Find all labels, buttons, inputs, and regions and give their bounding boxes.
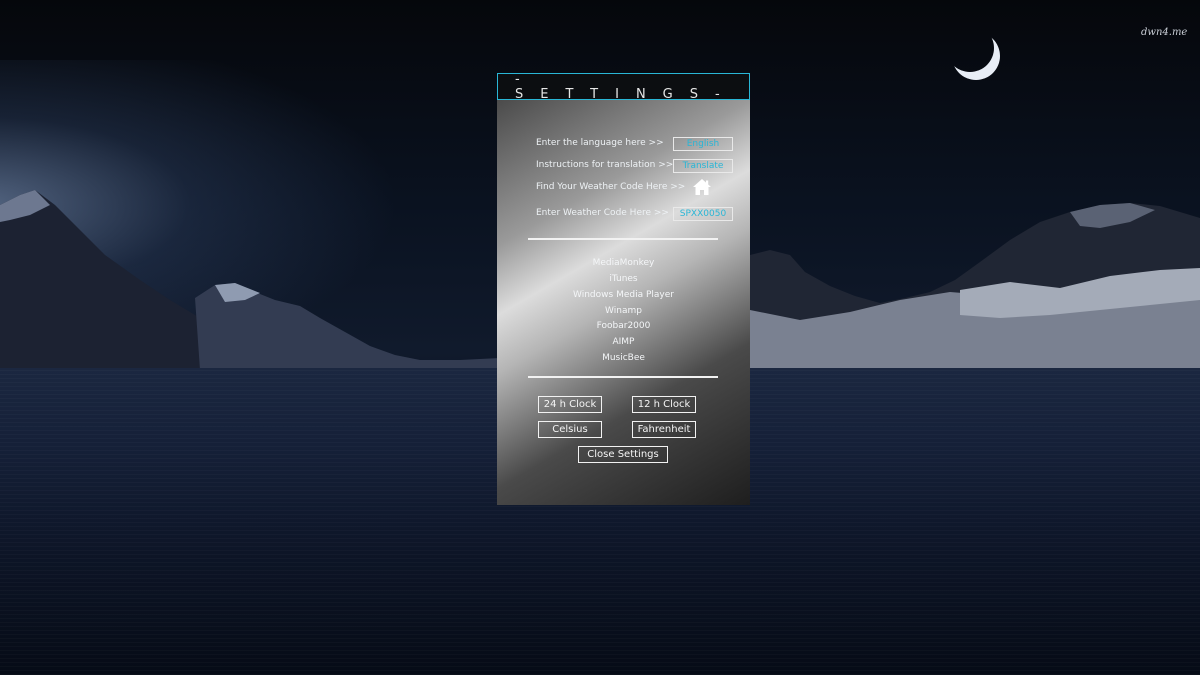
player-option-foobar2000[interactable]: Foobar2000 (497, 321, 750, 331)
player-option-windows-media-player[interactable]: Windows Media Player (497, 290, 750, 300)
weather-code-input[interactable]: SPXX0050 (673, 207, 733, 221)
clock-24h-button[interactable]: 24 h Clock (538, 396, 602, 413)
celsius-button[interactable]: Celsius (538, 421, 602, 438)
translation-label: Instructions for translation >> (536, 160, 674, 170)
player-option-mediamonkey[interactable]: MediaMonkey (497, 258, 750, 268)
divider-bottom (528, 376, 718, 378)
fahrenheit-button[interactable]: Fahrenheit (632, 421, 696, 438)
player-option-aimp[interactable]: AIMP (497, 337, 750, 347)
settings-header: -SETTINGS- (497, 71, 750, 102)
player-option-musicbee[interactable]: MusicBee (497, 353, 750, 363)
close-settings-button[interactable]: Close Settings (578, 446, 668, 463)
language-input[interactable]: English (673, 137, 733, 151)
settings-title: -SETTINGS- (515, 71, 737, 102)
clock-12h-button[interactable]: 12 h Clock (632, 396, 696, 413)
weather-code-label: Enter Weather Code Here >> (536, 208, 669, 218)
divider-top (528, 238, 718, 240)
weather-find-label: Find Your Weather Code Here >> (536, 182, 686, 192)
desktop-background: dwn4.me -SETTINGS- Enter the language he… (0, 0, 1200, 675)
watermark: dwn4.me (1141, 27, 1188, 38)
language-label: Enter the language here >> (536, 138, 664, 148)
player-option-itunes[interactable]: iTunes (497, 274, 750, 284)
moon (946, 24, 994, 72)
home-icon[interactable] (692, 178, 712, 196)
settings-panel: -SETTINGS- Enter the language here >> En… (497, 71, 750, 505)
player-option-winamp[interactable]: Winamp (497, 306, 750, 316)
translation-link[interactable]: Translate (673, 159, 733, 173)
